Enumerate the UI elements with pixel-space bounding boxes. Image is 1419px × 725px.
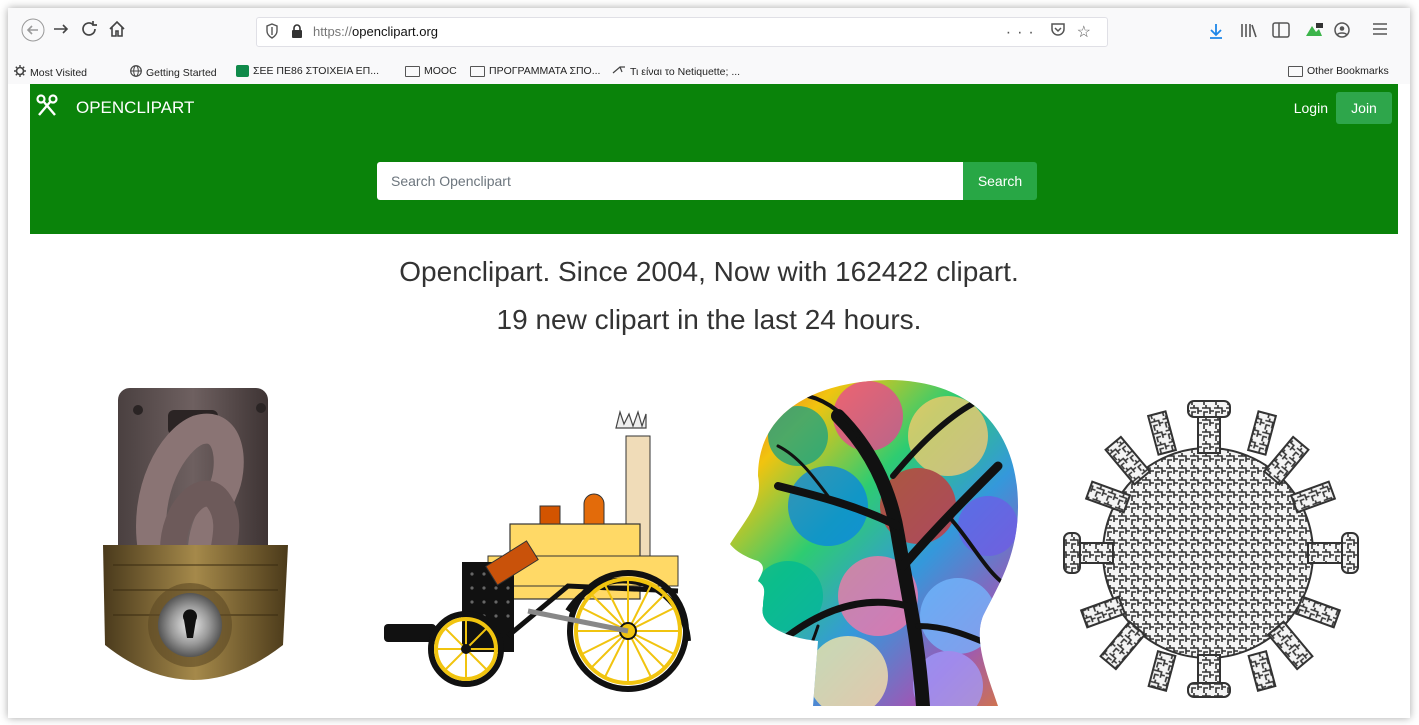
bookmark-star-icon[interactable]: ☆ bbox=[1077, 24, 1097, 41]
headline-count: Openclipart. Since 2004, Now with 162422… bbox=[399, 256, 1019, 287]
account-icon[interactable] bbox=[1334, 22, 1350, 43]
bookmark-getting-started[interactable]: Getting Started bbox=[130, 65, 217, 80]
gear-icon bbox=[14, 65, 26, 80]
search-form: Search bbox=[377, 162, 1037, 200]
search-button[interactable]: Search bbox=[963, 162, 1037, 200]
folder-icon bbox=[1288, 65, 1303, 77]
steam-locomotive-clipart[interactable] bbox=[378, 406, 693, 696]
scissors-icon bbox=[36, 94, 58, 121]
sheet-icon bbox=[236, 65, 249, 77]
page-actions: ··· ☆ bbox=[1006, 21, 1097, 42]
bookmark-most-visited[interactable]: Most Visited bbox=[14, 65, 87, 80]
maze-virus-clipart[interactable] bbox=[1058, 393, 1368, 703]
colorful-head-tree-clipart[interactable] bbox=[718, 376, 1038, 706]
bookmark-label: Most Visited bbox=[30, 66, 87, 79]
reload-icon[interactable] bbox=[76, 18, 102, 44]
padlock-clipart[interactable] bbox=[83, 380, 303, 710]
download-icon[interactable] bbox=[1208, 22, 1224, 45]
address-bar[interactable]: https://openclipart.org ··· ☆ bbox=[256, 17, 1108, 47]
search-input[interactable] bbox=[377, 162, 963, 200]
extension-icon[interactable] bbox=[1304, 22, 1324, 43]
tracking-shield-icon[interactable] bbox=[265, 23, 279, 39]
bookmark-label: MOOC bbox=[424, 65, 457, 77]
pocket-icon[interactable] bbox=[1050, 23, 1076, 41]
bookmark-other[interactable]: Other Bookmarks bbox=[1288, 65, 1389, 77]
site-header: OPENCLIPART Login Join Search bbox=[30, 84, 1398, 234]
join-button[interactable]: Join bbox=[1336, 92, 1392, 124]
url-text[interactable]: https://openclipart.org bbox=[313, 24, 438, 39]
brand-name: OPENCLIPART bbox=[76, 97, 195, 117]
back-icon[interactable] bbox=[20, 18, 46, 44]
folder-icon bbox=[405, 65, 420, 77]
forward-icon[interactable] bbox=[48, 18, 74, 44]
bookmark-label: ΠΡΟΓΡΑΜΜΑΤΑ ΣΠΟ... bbox=[489, 65, 601, 77]
lock-icon[interactable] bbox=[291, 24, 303, 39]
site-brand[interactable]: OPENCLIPART bbox=[36, 94, 194, 121]
login-link[interactable]: Login bbox=[1294, 100, 1328, 116]
bookmark-label: ΣΕΕ ΠΕ86 ΣΤΟΙΧΕΙΑ ΕΠ... bbox=[253, 65, 379, 77]
bookmark-label: Τι είναι το Netiquette; ... bbox=[630, 65, 741, 78]
bookmark-mooc[interactable]: MOOC bbox=[405, 65, 457, 77]
hamburger-menu-icon[interactable] bbox=[1372, 22, 1388, 41]
bookmark-netiquette[interactable]: Τι είναι το Netiquette; ... bbox=[612, 65, 740, 78]
bookmark-programmata[interactable]: ΠΡΟΓΡΑΜΜΑΤΑ ΣΠΟ... bbox=[470, 65, 600, 77]
link-icon bbox=[612, 65, 626, 78]
globe-icon bbox=[130, 65, 142, 80]
home-icon[interactable] bbox=[104, 18, 130, 44]
page-actions-menu-icon[interactable]: ··· bbox=[1006, 24, 1040, 41]
small-wheel bbox=[428, 611, 504, 687]
bookmark-label: Other Bookmarks bbox=[1307, 65, 1389, 77]
bookmarks-toolbar: Most Visited Getting Started ΣΕΕ ΠΕ86 ΣΤ… bbox=[8, 60, 1410, 84]
bookmark-see-pe86[interactable]: ΣΕΕ ΠΕ86 ΣΤΟΙΧΕΙΑ ΕΠ... bbox=[236, 65, 379, 77]
browser-toolbar: https://openclipart.org ··· ☆ bbox=[8, 8, 1410, 60]
sidebar-icon[interactable] bbox=[1272, 22, 1290, 43]
browser-window: https://openclipart.org ··· ☆ Most Visit… bbox=[8, 8, 1410, 718]
headline-recent: 19 new clipart in the last 24 hours. bbox=[496, 304, 922, 335]
bookmark-label: Getting Started bbox=[146, 66, 217, 79]
library-icon[interactable] bbox=[1240, 22, 1258, 43]
folder-icon bbox=[470, 65, 485, 77]
